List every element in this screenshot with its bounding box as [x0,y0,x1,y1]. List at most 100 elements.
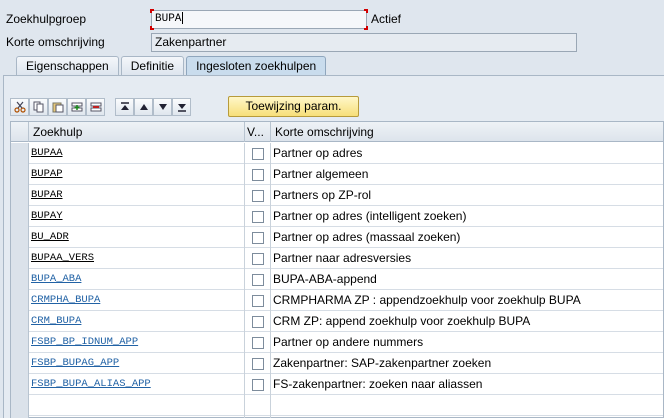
table-toolbar [10,97,191,117]
v-cell [245,143,271,164]
row-selector[interactable] [11,143,29,164]
table-row[interactable] [11,395,663,416]
short-description-cell: Partners op ZP-rol [273,188,372,202]
search-help-group-label: Zoekhulpgroep [6,12,87,26]
row-selector[interactable] [11,269,29,290]
row-selector[interactable] [11,185,29,206]
row-checkbox[interactable] [252,211,264,223]
search-help-name-cell[interactable]: FSBP_BUPA_ALIAS_APP [29,374,245,395]
v-cell [245,185,271,206]
search-help-name-cell[interactable]: CRMPHA_BUPA [29,290,245,311]
row-selector[interactable] [11,227,29,248]
short-description-field[interactable]: Zakenpartner [151,33,577,52]
assign-parameters-button[interactable]: Toewijzing param. [228,96,359,117]
row-selector[interactable] [11,395,29,416]
row-selector[interactable] [11,311,29,332]
short-description-cell: FS-zakenpartner: zoeken naar aliassen [273,377,483,391]
row-selector[interactable] [11,248,29,269]
focus-corner [150,9,154,13]
row-checkbox[interactable] [252,295,264,307]
search-help-name-cell[interactable]: CRM_BUPA [29,311,245,332]
included-search-helps-table: Zoekhulp V... Korte omschrijving BUPAA Pa… [10,121,664,418]
row-selector[interactable] [11,164,29,185]
column-header-short-description[interactable]: Korte omschrijving [271,122,663,142]
v-cell [245,269,271,290]
paste-icon[interactable] [48,98,67,116]
short-description-cell: Partner naar adresversies [273,251,412,265]
select-all-column[interactable] [11,122,29,142]
search-help-name-cell[interactable]: FSBP_BP_IDNUM_APP [29,332,245,353]
row-checkbox[interactable] [252,148,264,160]
v-cell [245,353,271,374]
table-row[interactable]: BUPAP Partner algemeen [11,164,663,185]
table-row[interactable]: FSBP_BP_IDNUM_APP Partner op andere numme… [11,332,663,353]
row-checkbox[interactable] [252,232,264,244]
tab-included-search-helps[interactable]: Ingesloten zoekhulpen [186,56,327,75]
table-row[interactable]: BUPAY Partner op adres (intelligent zoeke… [11,206,663,227]
table-row[interactable]: BUPA_ABA BUPA-ABA-append [11,269,663,290]
row-checkbox[interactable] [252,358,264,370]
column-header-search-help[interactable]: Zoekhulp [29,122,245,142]
tab-properties[interactable]: Eigenschappen [16,56,119,75]
short-description-label: Korte omschrijving [6,35,105,49]
v-cell [245,395,271,416]
cut-icon[interactable] [10,98,29,116]
row-selector[interactable] [11,206,29,227]
insert-row-icon[interactable] [67,98,86,116]
v-cell [245,227,271,248]
row-checkbox[interactable] [252,379,264,391]
table-row[interactable]: BUPAA_VERS Partner naar adresversies [11,248,663,269]
search-help-name-cell[interactable]: BUPAA_VERS [29,248,245,269]
focus-corner [364,9,368,13]
table-row[interactable]: BU_ADR Partner op adres (massaal zoeken) [11,227,663,248]
tab-definition[interactable]: Definitie [120,56,185,75]
row-checkbox[interactable] [252,253,264,265]
v-cell [245,374,271,395]
delete-row-icon[interactable] [86,98,105,116]
move-bottom-icon[interactable] [172,98,191,116]
table-row[interactable]: CRM_BUPA CRM ZP: append zoekhulp voor zoe… [11,311,663,332]
short-description-cell: Partner op adres (intelligent zoeken) [273,209,467,223]
search-help-name-cell[interactable]: BUPAP [29,164,245,185]
table-row[interactable]: FSBP_BUPAG_APP Zakenpartner: SAP-zakenpar… [11,353,663,374]
short-description-cell: Partner op adres [273,146,363,160]
row-selector[interactable] [11,290,29,311]
v-cell [245,164,271,185]
move-up-icon[interactable] [134,98,153,116]
row-checkbox[interactable] [252,316,264,328]
search-help-name-cell [29,395,245,416]
short-description-cell [271,395,273,416]
search-help-name-cell[interactable]: FSBP_BUPAG_APP [29,353,245,374]
table-row[interactable]: FSBP_BUPA_ALIAS_APP FS-zakenpartner: zoek… [11,374,663,395]
row-checkbox[interactable] [252,190,264,202]
row-selector[interactable] [11,374,29,395]
row-selector[interactable] [11,353,29,374]
search-help-name-cell[interactable]: BU_ADR [29,227,245,248]
short-description-cell: Partner algemeen [273,167,369,181]
move-top-icon[interactable] [115,98,134,116]
short-description-cell: CRMPHARMA ZP : appendzoekhulp voor zoekh… [273,293,581,307]
table-row[interactable]: BUPAA Partner op adres [11,143,663,164]
short-description-cell: Zakenpartner: SAP-zakenpartner zoeken [273,356,492,370]
row-checkbox[interactable] [252,169,264,181]
search-help-group-field[interactable]: BUPA [150,9,368,30]
row-selector[interactable] [11,332,29,353]
search-help-name-cell[interactable]: BUPAR [29,185,245,206]
search-help-name-cell[interactable]: BUPA_ABA [29,269,245,290]
v-cell [245,206,271,227]
tab-strip: Eigenschappen Definitie Ingesloten zoekh… [16,56,328,75]
copy-icon[interactable] [29,98,48,116]
text-cursor [182,12,184,25]
search-help-name-cell[interactable]: BUPAY [29,206,245,227]
table-row[interactable]: BUPAR Partners op ZP-rol [11,185,663,206]
row-checkbox[interactable] [252,337,264,349]
search-help-name-cell[interactable]: BUPAA [29,143,245,164]
column-header-v[interactable]: V... [245,122,271,142]
table-row[interactable]: CRMPHA_BUPA CRMPHARMA ZP : appendzoekhulp… [11,290,663,311]
focus-corner [364,26,368,30]
short-description-cell: BUPA-ABA-append [273,272,377,286]
row-checkbox[interactable] [252,274,264,286]
focus-corner [150,26,154,30]
v-cell [245,290,271,311]
move-down-icon[interactable] [153,98,172,116]
